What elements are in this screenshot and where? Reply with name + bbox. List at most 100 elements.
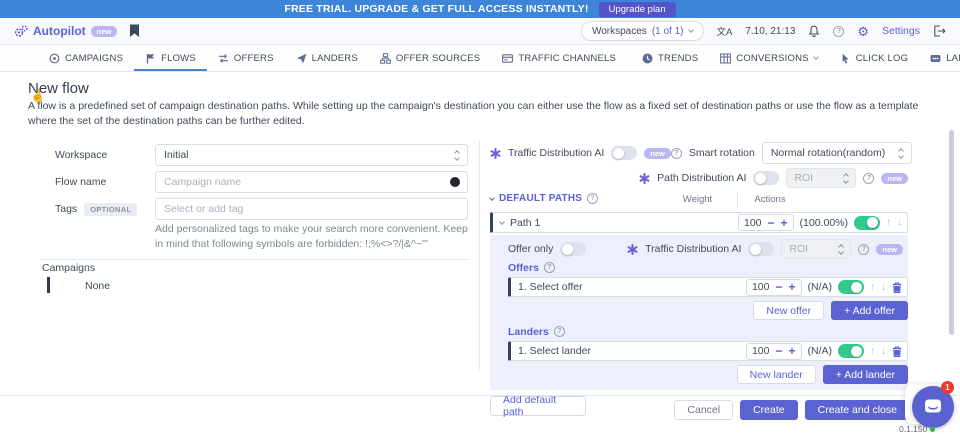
move-down-button[interactable]: ↓ (897, 217, 902, 228)
landers-title: Landers ? (508, 325, 908, 338)
lander-select-label[interactable]: 1. Select lander (518, 345, 591, 357)
trash-icon[interactable] (892, 282, 902, 293)
minus-button[interactable]: − (768, 217, 775, 229)
nav-landers[interactable]: LANDERS (285, 45, 369, 71)
create-and-close-button[interactable]: Create and close (805, 400, 910, 420)
trash-icon[interactable] (892, 346, 902, 357)
path-ai-toggle[interactable] (753, 171, 779, 185)
plus-button[interactable]: + (781, 217, 788, 229)
traffic-ai-toggle[interactable] (611, 146, 637, 160)
nav-click-log[interactable]: CLICK LOG (829, 45, 919, 71)
shuffle-icon (218, 53, 229, 64)
workspace-select[interactable]: Initial (155, 144, 468, 166)
tags-input[interactable] (155, 198, 468, 220)
workspace-label: Workspace (55, 149, 107, 161)
plus-button[interactable]: + (788, 281, 795, 293)
path-enabled-toggle[interactable] (854, 216, 880, 230)
tags-label-text: Tags (55, 203, 77, 215)
select-chevrons-icon (839, 245, 843, 254)
footer-divider (0, 395, 960, 396)
nav-trends[interactable]: TRENDS (631, 45, 709, 71)
cursor-icon (840, 53, 851, 64)
bell-icon[interactable] (808, 25, 820, 38)
move-up-button[interactable]: ↑ (886, 217, 891, 228)
chat-unread-badge: 1 (941, 381, 954, 394)
nav-label: TRENDS (658, 53, 698, 64)
move-down-button[interactable]: ↓ (881, 282, 886, 293)
help-icon[interactable]: ? (587, 193, 598, 204)
path-ai-row: Path Distribution AI ROI ? new (490, 168, 908, 188)
path-traffic-ai-toggle[interactable] (748, 242, 774, 256)
flow-color-dot[interactable] (450, 177, 460, 187)
move-up-button[interactable]: ↑ (870, 346, 875, 357)
move-down-button[interactable]: ↓ (881, 346, 886, 357)
nav-conversions[interactable]: CONVERSIONS (709, 45, 828, 71)
lander-actions: 100 − + (N/A) ↑ ↓ (746, 343, 902, 360)
nav-traffic-channels[interactable]: TRAFFIC CHANNELS (491, 45, 627, 71)
minus-button[interactable]: − (775, 345, 782, 357)
language-icon (930, 53, 941, 64)
cancel-button[interactable]: Cancel (674, 400, 733, 420)
actions-column-header: Actions (740, 194, 800, 205)
datetime-text: 7.10, 21:13 (745, 26, 795, 37)
new-badge: new (881, 173, 908, 184)
help-icon[interactable]: ? (858, 244, 869, 255)
status-dot (930, 427, 935, 432)
weight-value[interactable]: 100 (752, 281, 770, 293)
roi-select-disabled[interactable]: ROI (786, 168, 856, 188)
offer-row: 1. Select offer 100 − + (N/A) ↑ ↓ (508, 277, 908, 297)
roi-value: ROI (789, 243, 808, 255)
offer-select-label[interactable]: 1. Select offer (518, 281, 583, 293)
nav-offers[interactable]: OFFERS (207, 45, 285, 71)
translate-icon[interactable]: 文A (717, 24, 733, 38)
help-icon[interactable]: ? (671, 148, 682, 159)
workspaces-label: Workspaces (592, 26, 647, 37)
upgrade-plan-button[interactable]: Upgrade plan (599, 2, 676, 17)
plus-button[interactable]: + (788, 345, 795, 357)
offer-enabled-toggle[interactable] (838, 280, 864, 294)
flow-name-input[interactable] (155, 171, 468, 193)
gear-icon[interactable]: ⚙ (857, 25, 869, 38)
nav-offer-sources[interactable]: OFFER SOURCES (369, 45, 491, 71)
nav-languages[interactable]: LANGUAGES (919, 45, 960, 71)
add-lander-button[interactable]: + Add lander (823, 365, 908, 384)
help-icon[interactable]: ? (863, 173, 874, 184)
new-lander-button[interactable]: New lander (737, 365, 816, 384)
offers-buttons: New offer + Add offer (508, 301, 908, 320)
tags-help-text: Add personalized tags to make your searc… (155, 222, 471, 252)
share-value: (N/A) (808, 281, 833, 293)
path-name-toggle[interactable]: Path 1 (500, 217, 540, 229)
logout-icon[interactable] (933, 25, 946, 37)
bookmark-icon[interactable] (129, 24, 140, 38)
help-icon[interactable]: ? (544, 262, 555, 273)
page-description: A flow is a predefined set of campaign d… (28, 99, 936, 129)
trial-banner: FREE TRIAL. UPGRADE & GET FULL ACCESS IN… (0, 0, 960, 18)
add-offer-button[interactable]: + Add offer (831, 301, 908, 320)
workspaces-selector[interactable]: Workspaces (1 of 1) (581, 21, 704, 41)
nav-label: CONVERSIONS (736, 53, 808, 64)
add-default-path-button[interactable]: Add default path (490, 396, 586, 416)
weight-value[interactable]: 100 (752, 345, 770, 357)
offer-only-toggle[interactable] (560, 242, 586, 256)
settings-link[interactable]: Settings (882, 25, 920, 37)
nav-campaigns[interactable]: CAMPAIGNS (38, 45, 134, 71)
smart-rotation-label: Smart rotation (689, 147, 755, 159)
nav-label: TRAFFIC CHANNELS (518, 53, 616, 64)
move-up-button[interactable]: ↑ (870, 282, 875, 293)
roi-select-disabled[interactable]: ROI (781, 239, 851, 259)
workspaces-count: (1 of 1) (652, 26, 684, 37)
nav-flows[interactable]: FLOWS (134, 45, 207, 71)
logo[interactable]: Autopilot new (14, 24, 117, 38)
minus-button[interactable]: − (775, 281, 782, 293)
scrollbar[interactable] (949, 130, 954, 335)
new-offer-button[interactable]: New offer (753, 301, 824, 320)
lander-row: 1. Select lander 100 − + (N/A) ↑ ↓ (508, 341, 908, 361)
select-chevrons-icon (899, 149, 903, 158)
lander-enabled-toggle[interactable] (838, 344, 864, 358)
path-traffic-ai-group: Traffic Distribution AI ROI ? new (627, 239, 903, 259)
smart-rotation-select[interactable]: Normal rotation(random) (762, 142, 912, 164)
weight-value[interactable]: 100 (744, 217, 762, 229)
help-icon[interactable]: ? (554, 326, 565, 337)
create-button[interactable]: Create (740, 400, 798, 420)
help-icon[interactable]: ? (833, 26, 844, 37)
